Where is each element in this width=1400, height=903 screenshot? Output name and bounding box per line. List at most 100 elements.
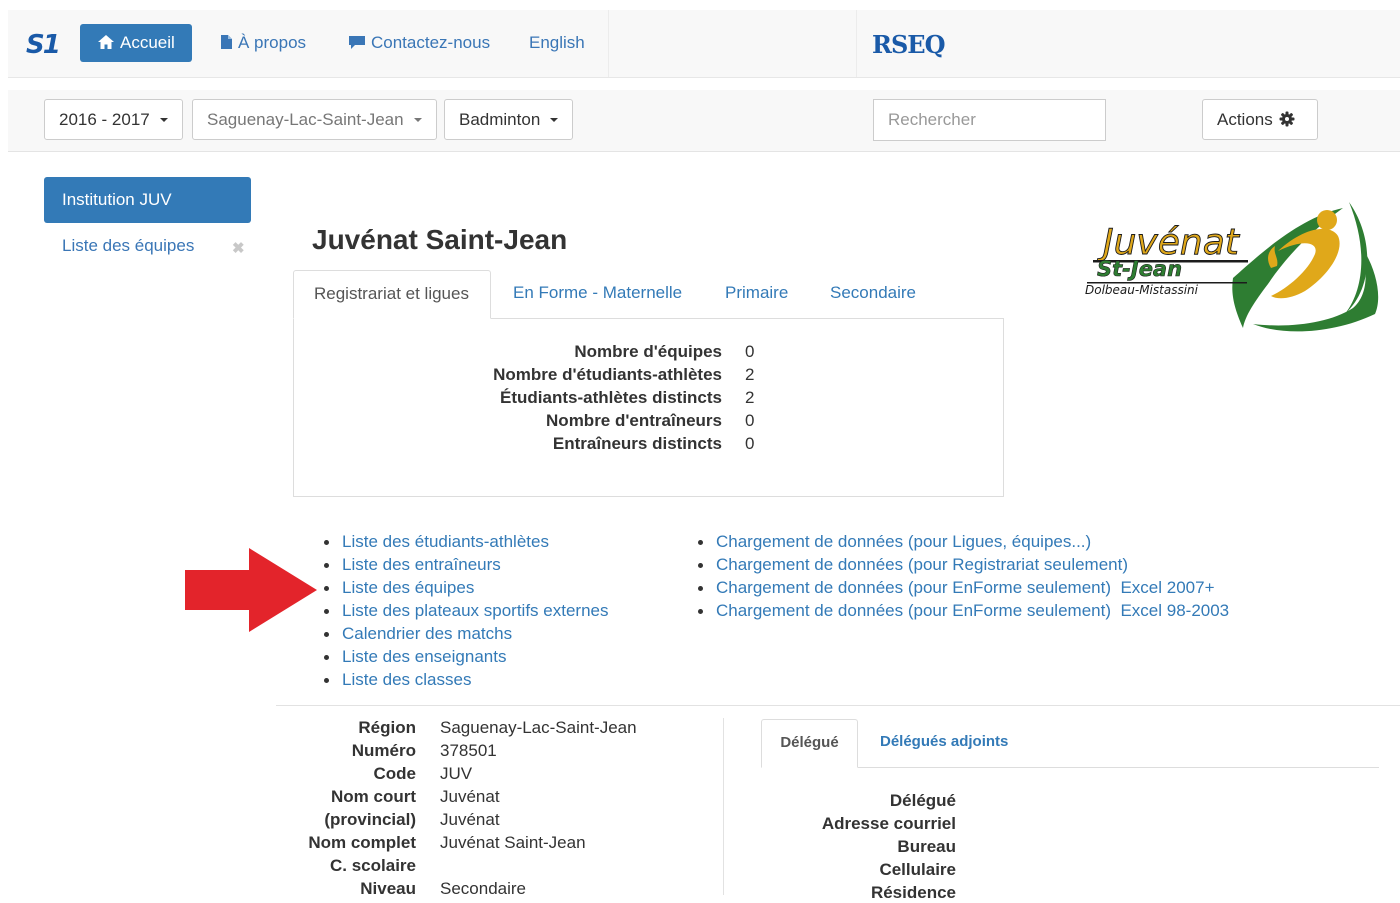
list-item: Chargement de données (pour Registrariat… [696, 553, 1229, 576]
sidebar-item-team-list[interactable]: Liste des équipes [62, 236, 194, 256]
info-value: Juvénat [440, 787, 500, 806]
tab-primaire[interactable]: Primaire [725, 270, 788, 319]
list-item: Liste des étudiants-athlètes [322, 530, 608, 553]
nav-divider [856, 10, 857, 77]
stat-value: 2 [745, 388, 755, 407]
nav-home-label: Accueil [120, 33, 175, 52]
tab-delegues-adjoints[interactable]: Délégués adjoints [880, 719, 1008, 768]
file-icon [221, 35, 232, 49]
caret-down-icon [159, 118, 168, 122]
nav-about[interactable]: À propos [216, 24, 310, 62]
logo-text-city: Dolbeau-Mistassini [1085, 283, 1199, 297]
divider [723, 718, 724, 895]
link-upload-registrariat[interactable]: Chargement de données (pour Registrariat… [716, 555, 1128, 574]
nav-contact[interactable]: Contactez-nous [344, 24, 494, 62]
stats-labels: Nombre d'équipes Nombre d'étudiants-athl… [400, 342, 722, 462]
list-item: Chargement de données (pour EnForme seul… [696, 599, 1229, 622]
institution-logo: Juvénat St-Jean Dolbeau-Mistassini [1085, 202, 1379, 332]
link-upload-enforme[interactable]: Chargement de données (pour EnForme seul… [716, 601, 1111, 620]
stat-label: Nombre d'étudiants-athlètes [493, 365, 722, 384]
gear-icon [1279, 111, 1295, 127]
info-label: Nom court [331, 787, 416, 806]
brand-logo[interactable]: S1 [26, 30, 61, 60]
info-label: Région [358, 718, 416, 737]
red-arrow-icon [185, 548, 317, 632]
season-value: 2016 - 2017 [59, 110, 150, 129]
institution-links: Liste des étudiants-athlètes Liste des e… [322, 530, 608, 691]
comment-icon [349, 36, 365, 49]
actions-label: Actions [1217, 110, 1273, 129]
search-placeholder: Rechercher [888, 110, 976, 129]
link-external-venues[interactable]: Liste des plateaux sportifs externes [342, 601, 608, 620]
home-icon [98, 35, 114, 49]
tab-delegue[interactable]: Délégué [761, 719, 858, 768]
actions-button[interactable]: Actions [1202, 99, 1318, 140]
search-input[interactable]: Rechercher [873, 99, 1106, 141]
list-item: Liste des entraîneurs [322, 553, 608, 576]
info-value: Secondaire [440, 879, 527, 898]
nav-english[interactable]: English [525, 24, 589, 62]
nav-contact-label: Contactez-nous [371, 33, 491, 52]
list-item: Chargement de données (pour EnForme seul… [696, 576, 1229, 599]
sport-dropdown[interactable]: Badminton [444, 99, 574, 140]
data-upload-links: Chargement de données (pour Ligues, équi… [696, 530, 1229, 622]
caret-down-icon [413, 118, 422, 122]
delegate-field-label: Bureau [897, 837, 956, 856]
filter-bar: 2016 - 2017 Saguenay-Lac-Saint-Jean Badm… [8, 90, 1400, 152]
info-value: JUV [440, 764, 473, 783]
list-item: Liste des plateaux sportifs externes [322, 599, 608, 622]
close-icon[interactable]: ✖ [232, 239, 245, 257]
info-label: Niveau [360, 879, 416, 898]
link-classes[interactable]: Liste des classes [342, 670, 471, 689]
delegate-field-label: Résidence [870, 883, 956, 902]
stat-label: Entraîneurs distincts [552, 434, 722, 453]
link-upload-leagues[interactable]: Chargement de données (pour Ligues, équi… [716, 532, 1091, 551]
stat-value: 2 [745, 365, 755, 384]
logo-text-sub: St-Jean [1097, 257, 1182, 281]
info-labels: Région Numéro Code Nom court (provincial… [280, 718, 416, 898]
region-value: Saguenay-Lac-Saint-Jean [207, 110, 404, 129]
info-value: Juvénat Saint-Jean [440, 833, 586, 852]
nav-home[interactable]: Accueil [80, 24, 192, 62]
rseq-logo[interactable]: RSEQ [872, 30, 945, 59]
info-label: (provincial) [324, 810, 416, 829]
link-excel-98[interactable]: Excel 98-2003 [1120, 601, 1229, 620]
divider [276, 705, 1400, 706]
stat-label: Étudiants-athlètes distincts [500, 388, 722, 407]
sidebar-item-institution[interactable]: Institution JUV [44, 177, 251, 223]
info-value: Saguenay-Lac-Saint-Jean [440, 718, 637, 737]
sport-value: Badminton [459, 110, 541, 129]
stat-value: 0 [745, 434, 755, 453]
season-dropdown[interactable]: 2016 - 2017 [44, 99, 183, 140]
link-student-athletes[interactable]: Liste des étudiants-athlètes [342, 532, 549, 551]
stat-label: Nombre d'équipes [574, 342, 722, 361]
list-item: Chargement de données (pour Ligues, équi… [696, 530, 1229, 553]
tab-en-forme[interactable]: En Forme - Maternelle [513, 270, 682, 319]
tab-secondaire[interactable]: Secondaire [830, 270, 916, 319]
link-excel-2007[interactable]: Excel 2007+ [1120, 578, 1214, 597]
info-value: 378501 [440, 741, 497, 760]
tab-registrariat[interactable]: Registrariat et ligues [293, 270, 491, 319]
nav-english-label: English [529, 33, 585, 52]
link-match-calendar[interactable]: Calendrier des matchs [342, 624, 512, 643]
list-item: Calendrier des matchs [322, 622, 608, 645]
region-dropdown[interactable]: Saguenay-Lac-Saint-Jean [192, 99, 437, 140]
list-item: Liste des enseignants [322, 645, 608, 668]
info-label: Nom complet [308, 833, 416, 852]
link-teams[interactable]: Liste des équipes [342, 578, 474, 597]
delegate-field-label: Adresse courriel [821, 814, 956, 833]
delegate-fields: Délégué Adresse courriel Bureau Cellulai… [760, 791, 956, 902]
caret-down-icon [550, 118, 559, 122]
link-teachers[interactable]: Liste des enseignants [342, 647, 506, 666]
stat-value: 0 [745, 411, 755, 430]
delegate-field-label: Délégué [889, 791, 956, 810]
info-label: C. scolaire [330, 856, 416, 875]
delegate-field-label: Cellulaire [879, 860, 956, 879]
link-upload-enforme[interactable]: Chargement de données (pour EnForme seul… [716, 578, 1111, 597]
info-value: Juvénat [440, 810, 500, 829]
stat-value: 0 [745, 342, 755, 361]
list-item: Liste des équipes [322, 576, 608, 599]
link-coaches[interactable]: Liste des entraîneurs [342, 555, 501, 574]
stat-label: Nombre d'entraîneurs [546, 411, 722, 430]
info-label: Code [373, 764, 417, 783]
